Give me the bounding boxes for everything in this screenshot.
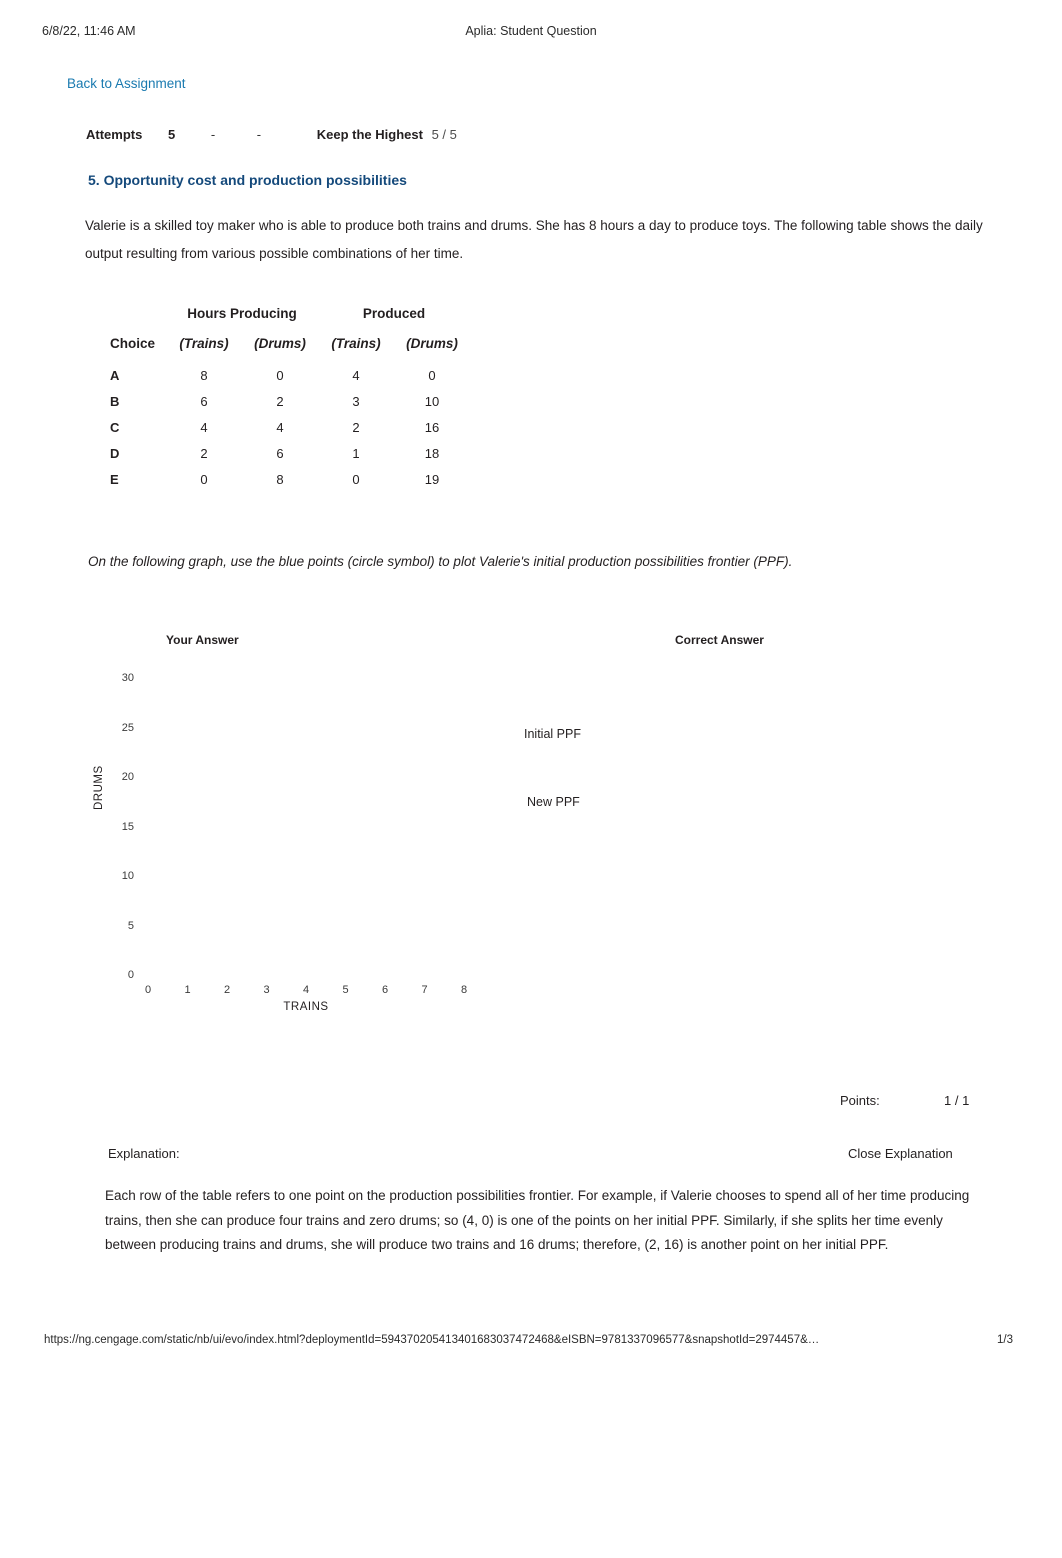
table-row: C 4 4 2 16 (110, 414, 470, 440)
cell-hours-trains: 2 (200, 445, 208, 461)
y-tick-label: 5 (127, 919, 134, 932)
table-column-header-row: Choice (Trains) (Drums) (Trains) (Drums) (110, 330, 470, 362)
explanation-label: Explanation: (108, 1146, 180, 1161)
cell-hours-drums: 8 (276, 471, 284, 487)
points-label: Points: (840, 1093, 880, 1108)
table-row: D 2 6 1 18 (110, 440, 470, 466)
footer-page-number: 1/3 (997, 1334, 1013, 1346)
cell-hours-drums: 0 (276, 367, 284, 383)
cell-prod-trains: 0 (352, 471, 360, 487)
cell-hours-trains: 6 (200, 393, 208, 409)
y-tick-label: 25 (121, 721, 134, 734)
column-header-hours-drums: (Drums) (254, 335, 306, 351)
attempts-dash-2: - (256, 127, 262, 142)
cell-prod-trains: 2 (352, 419, 360, 435)
production-possibilities-table: Hours Producing Produced Choice (Trains)… (110, 300, 470, 492)
x-tick-label: 6 (381, 984, 389, 996)
cell-choice: A (110, 367, 120, 383)
keep-the-highest-value: 5 / 5 (431, 127, 457, 142)
cell-hours-drums: 4 (276, 419, 284, 435)
x-tick-label: 8 (460, 984, 468, 996)
cell-hours-drums: 2 (276, 393, 284, 409)
points-value: 1 / 1 (944, 1093, 970, 1108)
cell-prod-trains: 3 (352, 393, 360, 409)
column-header-choice: Choice (110, 335, 156, 351)
x-tick-label: 5 (342, 984, 349, 996)
cell-prod-drums: 16 (424, 419, 440, 435)
table-row: B 6 2 3 10 (110, 388, 470, 414)
explanation-body-text: Each row of the table refers to one poin… (105, 1188, 970, 1253)
series-label-initial-ppf: Initial PPF (524, 727, 581, 741)
x-tick-label: 2 (223, 984, 231, 996)
graph-instruction-text: On the following graph, use the blue poi… (88, 554, 793, 569)
cell-hours-drums: 6 (276, 445, 284, 461)
keep-the-highest-label: Keep the Highest (316, 127, 423, 142)
attempts-value: 5 (167, 127, 176, 142)
print-document-title: Aplia: Student Question (465, 24, 597, 38)
cell-choice: C (110, 419, 120, 435)
cell-prod-drums: 10 (424, 393, 440, 409)
cell-prod-trains: 4 (352, 367, 360, 383)
y-axis-title: DRUMS (93, 765, 105, 810)
group-header-produced: Produced (362, 305, 426, 321)
x-axis-title: TRAINS (283, 1001, 329, 1013)
column-header-prod-trains: (Trains) (331, 335, 381, 351)
column-header-prod-drums: (Drums) (406, 335, 458, 351)
print-header: 6/8/22, 11:46 AM Aplia: Student Question (0, 24, 1062, 42)
table-group-header-row: Hours Producing Produced (110, 300, 470, 330)
y-tick-label: 15 (121, 820, 134, 833)
correct-answer-label: Correct Answer (675, 633, 764, 647)
group-header-hours-producing: Hours Producing (187, 305, 297, 321)
x-tick-label: 3 (263, 984, 270, 996)
y-tick-label: 10 (121, 870, 134, 882)
cell-hours-trains: 8 (200, 367, 208, 383)
y-tick-label: 30 (121, 672, 134, 684)
column-header-hours-trains: (Trains) (179, 335, 229, 351)
question-heading: 5. Opportunity cost and production possi… (88, 172, 407, 188)
cell-choice: E (110, 471, 119, 487)
cell-choice: D (110, 445, 120, 461)
x-tick-label: 7 (421, 984, 428, 996)
x-tick-label: 0 (144, 984, 152, 996)
your-answer-label: Your Answer (166, 633, 239, 647)
attempts-label: Attempts (86, 127, 143, 142)
cell-prod-drums: 19 (424, 471, 440, 487)
cell-hours-trains: 0 (200, 471, 208, 487)
attempts-row: Attempts 5 - - Keep the Highest 5 / 5 (86, 127, 457, 142)
attempts-dash-1: - (210, 127, 216, 142)
close-explanation-button[interactable]: Close Explanation (848, 1146, 953, 1161)
cell-prod-trains: 1 (352, 445, 360, 461)
cell-prod-drums: 18 (424, 445, 440, 461)
x-tick-label: 1 (184, 984, 191, 996)
back-to-assignment-link[interactable]: Back to Assignment (67, 76, 186, 91)
y-tick-label: 0 (127, 969, 134, 981)
cell-hours-trains: 4 (200, 419, 208, 435)
y-tick-label: 20 (121, 771, 134, 783)
footer-url: https://ng.cengage.com/static/nb/ui/evo/… (44, 1334, 820, 1346)
printed-page: 6/8/22, 11:46 AM Aplia: Student Question… (0, 0, 1062, 1558)
table-row: A 8 0 4 0 (110, 362, 470, 388)
cell-prod-drums: 0 (428, 367, 436, 383)
group-header-blank (110, 300, 166, 330)
x-tick-label: 4 (302, 984, 310, 996)
table-row: E 0 8 0 19 (110, 466, 470, 492)
cell-choice: B (110, 393, 120, 409)
series-label-new-ppf: New PPF (527, 795, 580, 809)
question-body-text: Valerie is a skilled toy maker who is ab… (85, 218, 983, 261)
